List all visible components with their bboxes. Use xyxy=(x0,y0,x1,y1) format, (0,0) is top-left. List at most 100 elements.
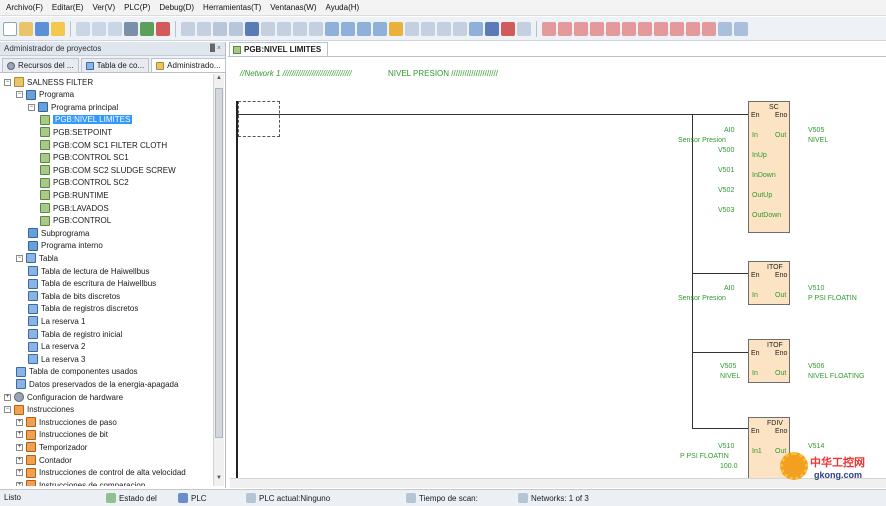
collapse-icon[interactable]: − xyxy=(28,103,35,111)
tree-item[interactable]: PGB:CONTROL SC2 xyxy=(40,177,129,189)
menu-editar[interactable]: Editar(E) xyxy=(52,3,84,12)
instruction-icon-5[interactable] xyxy=(606,21,620,36)
tree-item[interactable]: − SALNESS FILTER xyxy=(4,76,93,88)
cut-icon[interactable] xyxy=(76,21,90,36)
tree-item[interactable]: Programa interno xyxy=(28,240,103,252)
block-input-var[interactable]: AI0 xyxy=(724,285,735,292)
run-icon[interactable] xyxy=(421,21,435,36)
block-output-var[interactable]: V510 xyxy=(808,285,824,292)
block-input-var[interactable]: V505 xyxy=(720,363,736,370)
tree-item[interactable]: − Programa principal xyxy=(28,101,118,113)
compile-icon[interactable] xyxy=(140,21,154,36)
tree-item[interactable]: PGB:SETPOINT xyxy=(40,126,112,138)
instruction-icon-6[interactable] xyxy=(622,21,636,36)
tab-tabla[interactable]: Tabla de co... xyxy=(80,58,150,72)
menu-debug[interactable]: Debug(D) xyxy=(159,3,194,12)
force-icon[interactable] xyxy=(469,21,483,36)
download-icon[interactable] xyxy=(389,21,403,36)
tree-scrollbar[interactable]: ▲ ▼ xyxy=(213,74,224,486)
tree-item[interactable]: PGB:NIVEL LIMITES xyxy=(40,114,133,126)
collapse-icon[interactable]: − xyxy=(4,78,11,86)
menu-herramientas[interactable]: Herramientas(T) xyxy=(203,3,261,12)
collapse-icon[interactable]: − xyxy=(16,91,23,99)
menu-ver[interactable]: Ver(V) xyxy=(92,3,115,12)
find-icon[interactable] xyxy=(197,21,211,36)
tree-item[interactable]: + Instrucciones de control de alta veloci… xyxy=(16,467,186,479)
tree-item[interactable]: + Instrucciones de comparacion xyxy=(16,479,145,486)
ladder-editor[interactable]: //Network 1 ////////////////////////////… xyxy=(228,56,886,488)
online-icon[interactable] xyxy=(453,21,467,36)
print-icon[interactable] xyxy=(124,21,138,36)
stop-icon[interactable] xyxy=(156,21,170,36)
zoom-icon[interactable] xyxy=(517,21,531,36)
tab-administrador[interactable]: Administrado... xyxy=(151,58,226,72)
insert-line-icon[interactable] xyxy=(373,21,387,36)
insert-block-icon[interactable] xyxy=(357,21,371,36)
tree-item[interactable]: PGB:CONTROL xyxy=(40,215,111,227)
copy-icon[interactable] xyxy=(92,21,106,36)
upload-icon[interactable] xyxy=(405,21,419,36)
tree-item[interactable]: Tabla de registros discretos xyxy=(28,303,138,315)
itof-block-1[interactable]: ITOF En Eno In Out xyxy=(748,261,790,305)
instruction-icon-1[interactable] xyxy=(542,21,556,36)
copy-element-icon[interactable] xyxy=(277,21,291,36)
instruction-icon-4[interactable] xyxy=(590,21,604,36)
menu-plc[interactable]: PLC(P) xyxy=(124,3,150,12)
instruction-icon-10[interactable] xyxy=(686,21,700,36)
sc-block[interactable]: SC En Eno In Out InUp InDown OutUp OutDo… xyxy=(748,101,790,233)
instruction-icon-8[interactable] xyxy=(654,21,668,36)
tree-item[interactable]: Datos preservados de la energia-apagada xyxy=(16,378,178,390)
instruction-icon-3[interactable] xyxy=(574,21,588,36)
expand-icon[interactable]: + xyxy=(4,393,11,401)
block-input-var[interactable]: AI0 xyxy=(724,127,735,134)
instruction-icon-9[interactable] xyxy=(670,21,684,36)
itof-block-2[interactable]: ITOF En Eno In Out xyxy=(748,339,790,383)
scroll-thumb[interactable] xyxy=(215,88,223,438)
menu-ayuda[interactable]: Ayuda(H) xyxy=(326,3,360,12)
paste-icon[interactable] xyxy=(108,21,122,36)
collapse-icon[interactable]: − xyxy=(4,406,11,414)
tree-item[interactable]: PGB:RUNTIME xyxy=(40,189,109,201)
insert-contact-icon[interactable] xyxy=(325,21,339,36)
block-var[interactable]: V500 xyxy=(718,147,734,154)
instruction-icon-11[interactable] xyxy=(702,21,716,36)
instruction-icon-7[interactable] xyxy=(638,21,652,36)
expand-icon[interactable]: + xyxy=(16,456,23,464)
block-var[interactable]: V502 xyxy=(718,187,734,194)
collapse-icon[interactable]: − xyxy=(16,254,23,262)
redo-icon[interactable] xyxy=(229,21,243,36)
block-input-constant[interactable]: 100.0 xyxy=(720,463,738,470)
tree-item[interactable]: PGB:CONTROL SC1 xyxy=(40,152,129,164)
tree-item[interactable]: + Instrucciones de paso xyxy=(16,416,117,428)
tree-item[interactable]: + Instrucciones de bit xyxy=(16,429,108,441)
tree-item[interactable]: + Contador xyxy=(16,454,72,466)
instruction-icon-13[interactable] xyxy=(734,21,748,36)
block-output-var[interactable]: V506 xyxy=(808,363,824,370)
tree-item[interactable]: La reserva 3 xyxy=(28,353,85,365)
tree-item[interactable]: PGB:COM SC1 FILTER CLOTH xyxy=(40,139,167,151)
tree-item[interactable]: Subprograma xyxy=(28,227,89,239)
delete-icon[interactable] xyxy=(245,21,259,36)
tree-item[interactable]: La reserva 1 xyxy=(28,315,85,327)
insert-network-icon[interactable] xyxy=(309,21,323,36)
close-icon[interactable] xyxy=(501,21,515,36)
help-icon[interactable] xyxy=(51,21,65,36)
undo-icon[interactable] xyxy=(213,21,227,36)
tab-nivel-limites[interactable]: PGB:NIVEL LIMITES xyxy=(229,42,329,56)
tree-item[interactable]: + Temporizador xyxy=(16,441,87,453)
instruction-icon-12[interactable] xyxy=(718,21,732,36)
tree-item[interactable]: PGB:COM SC2 SLUDGE SCREW xyxy=(40,164,176,176)
panel-controls[interactable]: █ × xyxy=(210,45,221,52)
save-icon[interactable] xyxy=(35,21,49,36)
settings-icon[interactable] xyxy=(485,21,499,36)
expand-icon[interactable]: + xyxy=(16,431,23,439)
open-file-icon[interactable] xyxy=(19,21,33,36)
menu-archivo[interactable]: Archivo(F) xyxy=(6,3,43,12)
tree-item[interactable]: Tabla de escritura de Haiwellbus xyxy=(28,278,156,290)
cut-element-icon[interactable] xyxy=(261,21,275,36)
expand-icon[interactable]: + xyxy=(16,443,23,451)
instruction-icon-2[interactable] xyxy=(558,21,572,36)
monitor-icon[interactable] xyxy=(181,21,195,36)
block-var[interactable]: V503 xyxy=(718,207,734,214)
tree-item[interactable]: Tabla de lectura de Haiwellbus xyxy=(28,265,150,277)
